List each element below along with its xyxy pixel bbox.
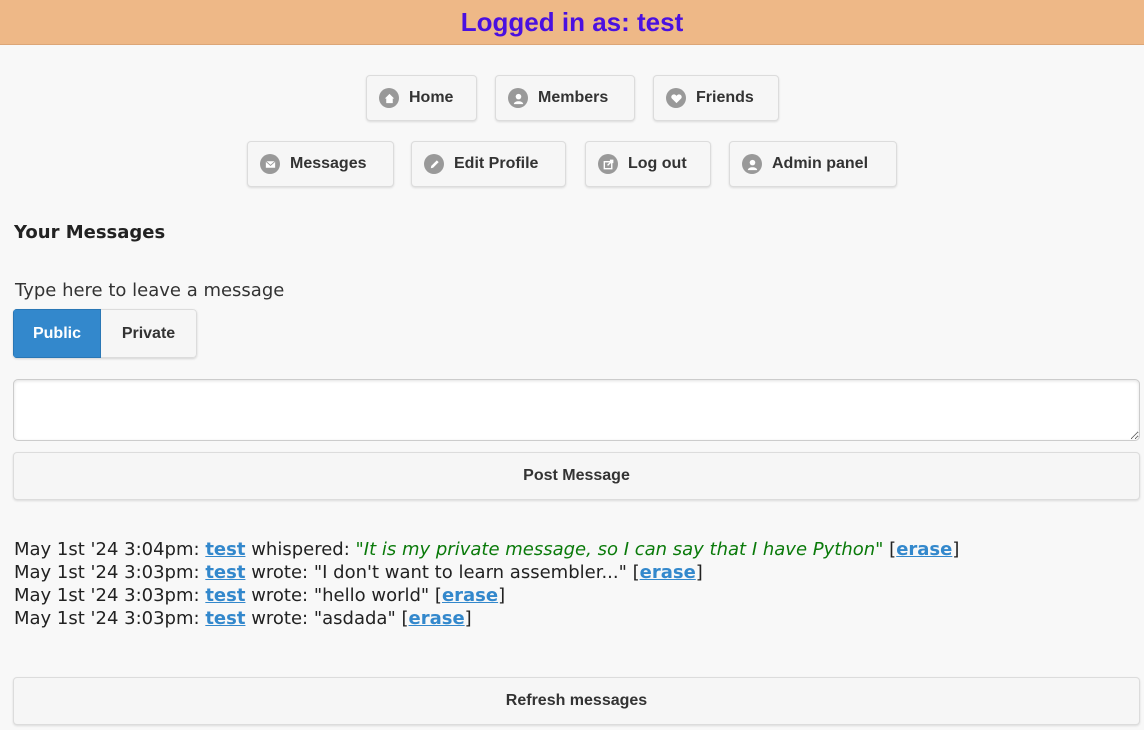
message-author-link[interactable]: test	[205, 562, 245, 583]
message-verb: wrote:	[251, 562, 309, 583]
message-time: May 1st '24 3:03pm:	[14, 562, 200, 583]
message-hint: Type here to leave a message	[15, 280, 285, 301]
messages-button-label: Messages	[290, 155, 367, 172]
logout-icon	[598, 154, 618, 174]
message-verb: whispered:	[251, 539, 350, 560]
erase-link[interactable]: erase	[442, 585, 498, 606]
message-text: "I don't want to learn assembler..."	[313, 562, 627, 583]
friends-button[interactable]: Friends	[653, 75, 779, 121]
messages-button[interactable]: Messages	[247, 141, 394, 187]
log-out-button[interactable]: Log out	[585, 141, 711, 187]
pencil-icon	[424, 154, 444, 174]
erase-link[interactable]: erase	[896, 539, 952, 560]
message-item: May 1st '24 3:03pm: test wrote: "asdada"…	[14, 608, 472, 629]
erase-link[interactable]: erase	[640, 562, 696, 583]
friends-button-label: Friends	[696, 89, 754, 106]
refresh-messages-button[interactable]: Refresh messages	[13, 677, 1140, 725]
message-list: May 1st '24 3:04pm: test whispered: "It …	[14, 538, 959, 630]
header-bar: Logged in as: test	[0, 0, 1144, 45]
edit-profile-button[interactable]: Edit Profile	[411, 141, 566, 187]
edit-profile-button-label: Edit Profile	[454, 155, 539, 172]
admin-panel-button-label: Admin panel	[772, 155, 869, 172]
message-item: May 1st '24 3:03pm: test wrote: "hello w…	[14, 585, 506, 606]
message-author-link[interactable]: test	[205, 608, 245, 629]
home-button-label: Home	[409, 89, 454, 106]
members-button[interactable]: Members	[495, 75, 635, 121]
message-author-link[interactable]: test	[205, 539, 245, 560]
message-item: May 1st '24 3:04pm: test whispered: "It …	[14, 539, 960, 560]
user-icon	[742, 154, 762, 174]
nav-row-1: Home Members Friends	[0, 75, 1144, 125]
message-verb: wrote:	[251, 585, 309, 606]
public-option[interactable]: Public	[13, 309, 101, 358]
heart-icon	[666, 88, 686, 108]
message-textarea[interactable]	[13, 379, 1140, 441]
nav-row-2: Messages Edit Profile Log out Admin pane…	[0, 141, 1144, 191]
message-text: "hello world"	[313, 585, 430, 606]
message-verb: wrote:	[251, 608, 309, 629]
message-time: May 1st '24 3:04pm:	[14, 539, 200, 560]
message-time: May 1st '24 3:03pm:	[14, 585, 200, 606]
home-icon	[379, 88, 399, 108]
message-text: "asdada"	[313, 608, 396, 629]
admin-panel-button[interactable]: Admin panel	[729, 141, 897, 187]
message-item: May 1st '24 3:03pm: test wrote: "I don't…	[14, 562, 703, 583]
home-button[interactable]: Home	[366, 75, 477, 121]
erase-link[interactable]: erase	[409, 608, 465, 629]
visibility-toggle: Public Private	[13, 309, 197, 358]
mail-icon	[260, 154, 280, 174]
section-title: Your Messages	[14, 222, 166, 243]
message-author-link[interactable]: test	[205, 585, 245, 606]
logged-in-title: Logged in as: test	[460, 7, 684, 37]
log-out-button-label: Log out	[628, 155, 687, 172]
private-option[interactable]: Private	[101, 309, 197, 358]
message-text: "It is my private message, so I can say …	[355, 539, 884, 560]
post-message-button[interactable]: Post Message	[13, 452, 1140, 500]
message-time: May 1st '24 3:03pm:	[14, 608, 200, 629]
members-button-label: Members	[538, 89, 609, 106]
user-icon	[508, 88, 528, 108]
